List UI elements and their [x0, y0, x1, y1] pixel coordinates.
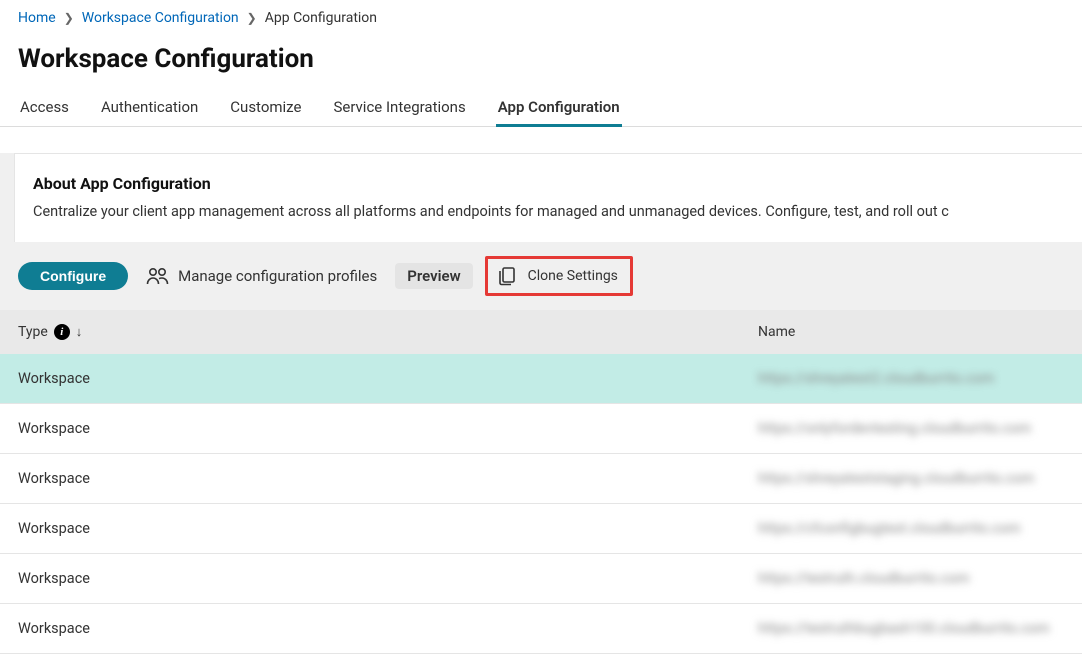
cell-name: https://onlyfordevtesting.cloudburrito.c…	[758, 420, 1064, 437]
tab-access[interactable]: Access	[18, 92, 71, 126]
chevron-right-icon: ❯	[64, 11, 74, 25]
table-row[interactable]: Workspace https://onlyfordevtesting.clou…	[0, 404, 1082, 454]
toolbar: Configure Manage configuration profiles …	[0, 242, 1082, 310]
content-area: About App Configuration Centralize your …	[0, 153, 1082, 654]
table-row[interactable]: Workspace https://shreyatest2.cloudburri…	[0, 354, 1082, 404]
preview-button[interactable]: Preview	[395, 263, 472, 289]
table-header: Type i ↓ Name	[0, 310, 1082, 354]
cell-type: Workspace	[18, 620, 758, 637]
copy-icon	[496, 265, 518, 287]
cell-name: https://shreyateststaging.cloudburrito.c…	[758, 470, 1064, 487]
type-header-label: Type	[18, 324, 48, 340]
cell-type: Workspace	[18, 470, 758, 487]
info-icon[interactable]: i	[54, 324, 70, 340]
manage-profiles-button[interactable]: Manage configuration profiles	[140, 262, 383, 290]
users-icon	[146, 266, 170, 286]
breadcrumb-workspace-config[interactable]: Workspace Configuration	[82, 10, 239, 26]
about-description: Centralize your client app management ac…	[33, 203, 1064, 220]
column-header-name[interactable]: Name	[758, 324, 1064, 340]
manage-profiles-label: Manage configuration profiles	[178, 267, 377, 285]
cell-type: Workspace	[18, 570, 758, 587]
about-card: About App Configuration Centralize your …	[14, 153, 1082, 242]
chevron-right-icon: ❯	[247, 11, 257, 25]
table-row[interactable]: Workspace https://cfconfigbugtest.cloudb…	[0, 504, 1082, 554]
breadcrumb-home[interactable]: Home	[18, 10, 56, 26]
page-title: Workspace Configuration	[0, 30, 1082, 92]
cell-name: https://cfconfigbugtest.cloudburrito.com	[758, 520, 1064, 537]
sort-arrow-down-icon[interactable]: ↓	[76, 324, 83, 340]
cell-type: Workspace	[18, 420, 758, 437]
cell-name: https://testruth.cloudburrito.com	[758, 570, 1064, 587]
cell-type: Workspace	[18, 370, 758, 387]
cell-type: Workspace	[18, 520, 758, 537]
table-row[interactable]: Workspace https://shreyateststaging.clou…	[0, 454, 1082, 504]
tabs-nav: Access Authentication Customize Service …	[0, 92, 1082, 127]
tab-customize[interactable]: Customize	[228, 92, 303, 126]
breadcrumb-current: App Configuration	[265, 10, 377, 26]
configure-button[interactable]: Configure	[18, 262, 128, 290]
tab-app-configuration[interactable]: App Configuration	[496, 92, 622, 126]
breadcrumb: Home ❯ Workspace Configuration ❯ App Con…	[0, 0, 1082, 30]
cell-name: https://shreyatest2.cloudburrito.com	[758, 370, 1064, 387]
about-title: About App Configuration	[33, 174, 1064, 193]
table-row[interactable]: Workspace https://testruthbugbash100.clo…	[0, 604, 1082, 654]
cell-name: https://testruthbugbash100.cloudburrito.…	[758, 620, 1064, 637]
table-row[interactable]: Workspace https://testruth.cloudburrito.…	[0, 554, 1082, 604]
tab-service-integrations[interactable]: Service Integrations	[331, 92, 467, 126]
clone-settings-label: Clone Settings	[528, 268, 618, 284]
clone-settings-button[interactable]: Clone Settings	[485, 256, 633, 296]
column-header-type[interactable]: Type i ↓	[18, 324, 758, 340]
tab-authentication[interactable]: Authentication	[99, 92, 200, 126]
